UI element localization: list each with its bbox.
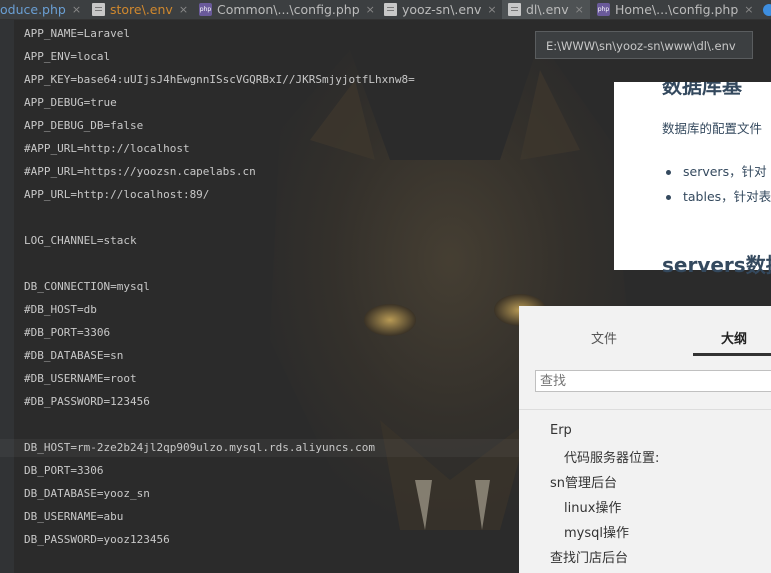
close-icon[interactable]: × xyxy=(744,3,753,16)
code-line: DB_USERNAME=abu xyxy=(24,510,124,523)
outline-item[interactable]: mysql操作 xyxy=(564,522,629,541)
outline-tabs: 文件 大纲 xyxy=(519,306,771,356)
preview-bullet: servers，针对 xyxy=(666,161,767,180)
code-line: #APP_URL=http://localhost xyxy=(24,142,190,155)
tab-overflow[interactable] xyxy=(763,0,771,19)
code-line: APP_ENV=local xyxy=(24,50,111,63)
close-icon[interactable]: × xyxy=(179,3,188,16)
editor-gutter xyxy=(0,20,14,573)
bullet-dot-icon xyxy=(666,195,671,200)
code-line: APP_KEY=base64:uUIjsJ4hEwgnnISscVGQRBxI/… xyxy=(24,73,415,86)
code-line: APP_DEBUG=true xyxy=(24,96,117,109)
code-line: #APP_URL=https://yoozsn.capelabs.cn xyxy=(24,165,256,178)
tab-dl-env[interactable]: dl\.env × xyxy=(502,0,590,19)
code-line: DB_CONNECTION=mysql xyxy=(24,280,150,293)
divider xyxy=(519,409,771,410)
code-line: #DB_DATABASE=sn xyxy=(24,349,124,362)
outline-item[interactable]: Erp xyxy=(550,423,572,438)
code-line: #DB_PASSWORD=123456 xyxy=(24,395,150,408)
outline-item[interactable]: 查找门店后台 xyxy=(550,547,628,566)
outline-panel: 文件 大纲 Erp 代码服务器位置: sn管理后台 linux操作 mysql操… xyxy=(519,306,771,573)
file-icon xyxy=(508,3,521,16)
active-tab-indicator xyxy=(693,353,771,356)
tab-common-config-php[interactable]: php Common\...\config.php × xyxy=(199,0,375,19)
tab-label: oduce.php xyxy=(0,2,66,17)
outline-item[interactable]: linux操作 xyxy=(564,497,621,516)
close-icon[interactable]: × xyxy=(487,3,496,16)
tab-yooz-sn-env[interactable]: yooz-sn\.env × xyxy=(384,0,497,19)
overflow-tab-icon xyxy=(763,3,771,16)
tab-store-env[interactable]: store\.env × xyxy=(92,0,188,19)
tab-label: yooz-sn\.env xyxy=(402,2,482,17)
code-line: #DB_USERNAME=root xyxy=(24,372,137,385)
code-line: APP_DEBUG_DB=false xyxy=(24,119,144,132)
code-line: APP_NAME=Laravel xyxy=(24,27,130,40)
tab-oduce-php[interactable]: oduce.php × xyxy=(0,0,81,19)
file-icon xyxy=(92,3,105,16)
tab-label: Home\...\config.php xyxy=(615,2,739,17)
file-path-tooltip: E:\WWW\sn\yooz-sn\www\dl\.env xyxy=(535,31,753,59)
code-line: #DB_PORT=3306 xyxy=(24,326,111,339)
code-line: APP_URL=http://localhost:89/ xyxy=(24,188,210,201)
tab-file[interactable]: 文件 xyxy=(591,328,617,347)
markdown-preview: 数据库基 数据库的配置文件 servers，针对 tables，针对表 xyxy=(614,82,771,270)
close-icon[interactable]: × xyxy=(575,3,584,16)
tab-label: Common\...\config.php xyxy=(217,2,360,17)
outline-search-input[interactable] xyxy=(535,370,771,392)
code-line: #DB_HOST=db xyxy=(24,303,97,316)
tab-outline[interactable]: 大纲 xyxy=(721,328,747,347)
outline-item[interactable]: sn管理后台 xyxy=(550,472,617,491)
code-line: LOG_CHANNEL=stack xyxy=(24,234,137,247)
preview-paragraph: 数据库的配置文件 xyxy=(662,121,763,136)
code-line: DB_PASSWORD=yooz123456 xyxy=(24,533,170,546)
preview-bullet: tables，针对表 xyxy=(666,186,771,205)
editor-tab-bar: oduce.php × store\.env × php Common\...\… xyxy=(0,0,771,20)
preview-bullet-text: servers，针对 xyxy=(683,164,767,179)
preview-bullet-text: tables，针对表 xyxy=(683,189,771,204)
outline-item[interactable]: 代码服务器位置: xyxy=(564,447,659,466)
close-icon[interactable]: × xyxy=(366,3,375,16)
code-line: DB_DATABASE=yooz_sn xyxy=(24,487,150,500)
preview-heading: 数据库基 xyxy=(662,82,742,98)
tab-label: store\.env xyxy=(110,2,173,17)
php-file-icon: php xyxy=(199,3,212,16)
file-icon xyxy=(384,3,397,16)
php-file-icon: php xyxy=(597,3,610,16)
close-icon[interactable]: × xyxy=(72,3,81,16)
code-line: DB_PORT=3306 xyxy=(24,464,104,477)
preview-subheading: servers数据 xyxy=(662,253,771,277)
tab-home-config-php[interactable]: php Home\...\config.php × xyxy=(597,0,754,19)
bullet-dot-icon xyxy=(666,170,671,175)
tab-label: dl\.env xyxy=(526,2,569,17)
